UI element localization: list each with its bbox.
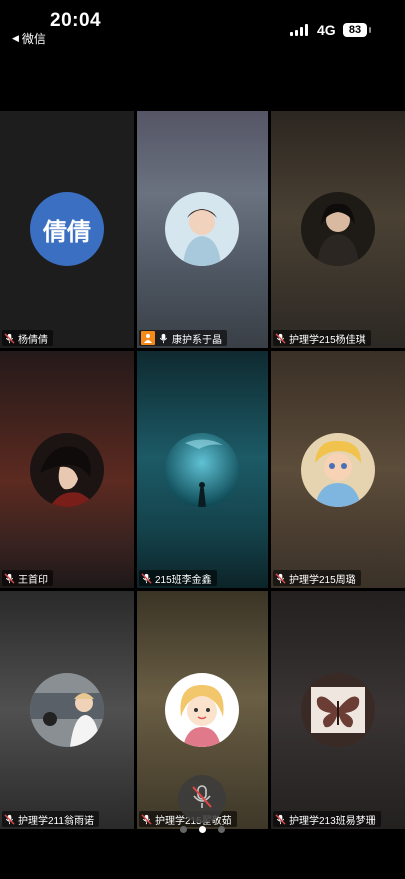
battery-icon: 83 (343, 23, 367, 37)
back-to-app-button[interactable]: ◀ 微信 (12, 30, 46, 47)
mic-muted-icon (4, 813, 15, 825)
photo-avatar (30, 433, 104, 507)
photo-avatar (301, 673, 375, 747)
text-avatar: 倩倩 (30, 192, 104, 266)
clock: 20:04 (50, 10, 102, 31)
participant-grid: 倩倩 杨倩倩 康护系于晶 护理学215杨佳琪 王首印 215班李金鑫 护理学21… (0, 111, 405, 829)
mute-toggle-button[interactable] (178, 775, 226, 823)
page-dot-active[interactable] (199, 826, 206, 833)
back-arrow-icon: ◀ (12, 33, 19, 43)
name-tag: 215班李金鑫 (139, 570, 217, 586)
participant-tile[interactable]: 康护系于晶 (137, 111, 268, 348)
name-tag: 护理学215周璐 (273, 570, 361, 586)
mic-muted-icon (4, 332, 15, 344)
photo-avatar (30, 673, 104, 747)
mic-muted-icon (141, 572, 152, 584)
participant-tile[interactable]: 护理学211翁雨诺 (0, 591, 134, 829)
status-bar: 20:04 ◀ 微信 4G 83 (0, 0, 405, 50)
participant-tile[interactable]: 215班李金鑫 (137, 351, 268, 588)
name-tag: 护理学211翁雨诺 (2, 811, 99, 827)
photo-avatar (165, 433, 239, 507)
cartoon-avatar (165, 673, 239, 747)
name-tag: 王首印 (2, 570, 53, 586)
name-tag: 护理学215杨佳琪 (273, 330, 371, 346)
battery-level: 83 (348, 24, 362, 36)
mic-icon (158, 333, 169, 344)
participant-tile[interactable]: 王首印 (0, 351, 134, 588)
page-dot[interactable] (180, 826, 187, 833)
network-type: 4G (317, 22, 336, 38)
photo-avatar (165, 192, 239, 266)
mic-muted-icon (275, 572, 286, 584)
name-tag: 杨倩倩 (2, 330, 53, 346)
mic-muted-icon (141, 813, 152, 825)
photo-avatar (301, 192, 375, 266)
host-badge-icon (141, 331, 155, 345)
battery-nub (369, 27, 371, 33)
mic-muted-icon (275, 332, 286, 344)
name-tag: 康护系于晶 (139, 330, 227, 346)
participant-tile[interactable]: 护理学215杨佳琪 (271, 111, 405, 348)
participant-tile[interactable]: 倩倩 杨倩倩 (0, 111, 134, 348)
cartoon-avatar (301, 433, 375, 507)
mic-muted-icon (190, 784, 214, 815)
back-app-label: 微信 (21, 32, 46, 46)
mic-muted-icon (275, 813, 286, 825)
participant-tile[interactable]: 护理学215周璐 (271, 351, 405, 588)
participant-tile[interactable]: 护理学213班易梦珊 (271, 591, 405, 829)
mic-muted-icon (4, 572, 15, 584)
page-indicator[interactable] (0, 826, 405, 833)
signal-icon (290, 24, 312, 36)
name-tag: 护理学213班易梦珊 (273, 811, 381, 827)
page-dot[interactable] (218, 826, 225, 833)
